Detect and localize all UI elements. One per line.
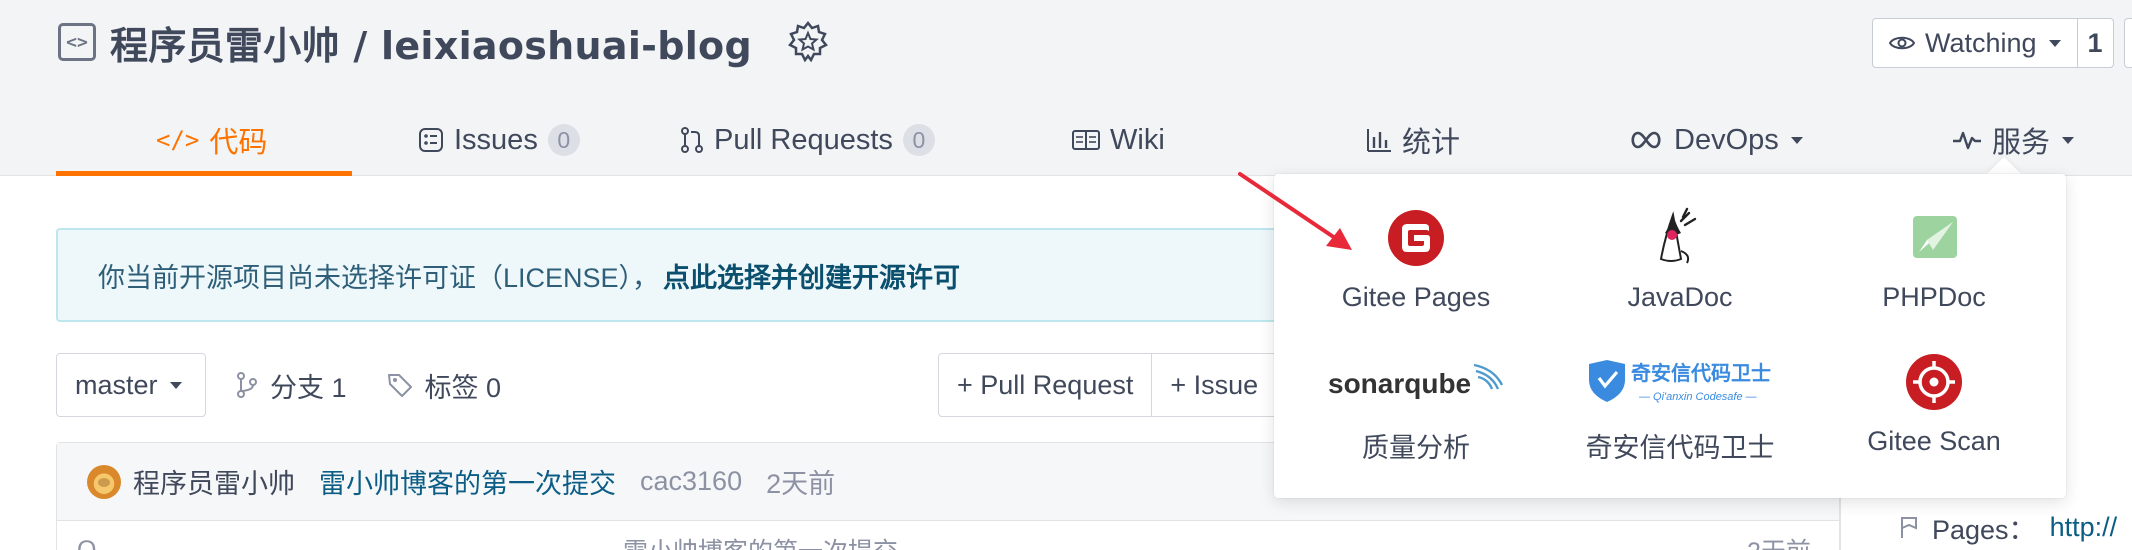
chevron-down-icon: [2048, 39, 2061, 47]
code-icon: </>: [156, 126, 200, 154]
tab-label: 服务: [1992, 127, 2051, 159]
service-label: 奇安信代码卫士: [1585, 433, 1775, 463]
watch-button[interactable]: Watching 1: [1872, 18, 2114, 68]
repo-title[interactable]: 程序员雷小帅 / leixiaoshuai-blog: [110, 15, 752, 70]
qianxin-wordmark: 奇安信代码卫士: [1631, 361, 1771, 385]
service-label: PHPDoc: [1882, 282, 1986, 312]
tab-label: 代码: [209, 127, 268, 159]
branch-select[interactable]: master: [56, 353, 206, 417]
branch-select-value: master: [75, 369, 158, 400]
tab-code[interactable]: </> 代码: [156, 104, 267, 176]
qianxin-subtext: — Qi'anxin Codesafe —: [1638, 391, 1758, 403]
file-row[interactable]: Q 雷小帅博客的第一次提交 2天前: [57, 535, 1839, 550]
wiki-book-icon: [1072, 130, 1100, 150]
service-phpdoc[interactable]: PHPDoc: [1802, 202, 2066, 342]
tag-icon: [387, 374, 412, 397]
repository-icon: <>: [58, 23, 96, 61]
eye-icon: [1889, 36, 1915, 50]
tab-statistics[interactable]: 统计: [1366, 104, 1460, 176]
tab-label: 统计: [1402, 127, 1461, 159]
avatar[interactable]: [87, 464, 121, 499]
service-label: Gitee Scan: [1867, 426, 2001, 456]
watch-count[interactable]: 1: [2078, 19, 2113, 67]
tab-label: Pull Requests: [714, 123, 893, 156]
repo-title-bar: <> 程序员雷小帅 / leixiaoshuai-blog: [58, 14, 830, 70]
branch-icon: [237, 372, 257, 398]
gitee-scan-icon: [1906, 354, 1962, 410]
branches-link[interactable]: 分支 1: [270, 366, 347, 405]
phpdoc-icon: [1913, 216, 1957, 258]
commit-time: 2天前: [766, 469, 836, 499]
create-license-link[interactable]: 点此选择并创建开源许可: [663, 256, 960, 295]
active-tab-indicator: [56, 171, 352, 176]
pages-label: Pages：: [1932, 515, 2036, 545]
file-commit-message[interactable]: 雷小帅博客的第一次提交: [623, 532, 898, 550]
service-qianxin-codesafe[interactable]: 奇安信代码卫士 — Qi'anxin Codesafe — 奇安信代码卫士: [1548, 346, 1812, 486]
pages-url-link[interactable]: http://: [2050, 512, 2118, 543]
commit-hash-link[interactable]: cac3160: [640, 466, 742, 497]
chevron-down-icon: [169, 381, 182, 389]
java-duke-icon: [1659, 207, 1697, 264]
tab-pull-requests[interactable]: Pull Requests 0: [680, 104, 935, 176]
file-commit-time: 2天前: [1747, 532, 1811, 550]
service-label: Gitee Pages: [1341, 282, 1491, 312]
file-name[interactable]: Q: [77, 536, 96, 550]
qianxin-codesafe-logo: 奇安信代码卫士 — Qi'anxin Codesafe —: [1585, 346, 1775, 418]
tags-link[interactable]: 标签 0: [425, 366, 502, 405]
tab-wiki[interactable]: Wiki: [1072, 104, 1165, 176]
pulse-icon: [1953, 131, 1981, 150]
watch-toggle[interactable]: Watching: [1873, 19, 2078, 67]
new-pull-request-button[interactable]: + Pull Request: [939, 354, 1153, 416]
issues-icon: [419, 128, 443, 152]
chevron-down-icon: [1790, 136, 1803, 144]
tab-label: Issues: [454, 123, 538, 156]
sonarqube-logo: sonarqube: [1326, 346, 1506, 418]
chevron-down-icon: [2062, 136, 2075, 144]
tab-issues[interactable]: Issues 0: [418, 104, 580, 176]
annotation-arrow: [1238, 172, 1352, 250]
license-notice-text: 你当前开源项目尚未选择许可证（LICENSE），: [98, 262, 660, 293]
tab-label: Wiki: [1110, 123, 1165, 156]
pull-request-icon: [681, 127, 703, 153]
gvp-badge-icon[interactable]: [786, 20, 830, 64]
repo-tabs: </> 代码 Issues 0 Pull Requests 0 Wiki 统计 …: [56, 104, 2132, 176]
service-quality-analysis[interactable]: sonarqube 质量分析: [1284, 346, 1548, 486]
commit-message-link[interactable]: 雷小帅博客的第一次提交: [319, 462, 616, 501]
stats-bar-icon: [1367, 129, 1391, 152]
infinity-icon: [1631, 131, 1661, 149]
watch-label: Watching: [1925, 27, 2037, 58]
tab-devops[interactable]: DevOps: [1628, 104, 1803, 176]
service-gitee-scan[interactable]: Gitee Scan: [1802, 346, 2066, 486]
pull-requests-count-badge: 0: [902, 124, 935, 156]
sonarqube-wordmark: sonarqube: [1328, 368, 1471, 399]
gitee-pages-icon: [1388, 210, 1444, 266]
service-label: 质量分析: [1362, 433, 1470, 463]
issues-count-badge: 0: [547, 124, 580, 156]
pages-info: Pages： http://: [1900, 508, 2117, 547]
service-label: JavaDoc: [1627, 282, 1733, 312]
star-button-partial[interactable]: [2124, 18, 2132, 68]
bookmark-icon: [1901, 516, 1917, 538]
commit-author[interactable]: 程序员雷小帅: [133, 462, 295, 501]
tab-label: DevOps: [1674, 123, 1779, 156]
new-item-buttons: + Pull Request + Issue: [938, 353, 1314, 417]
service-javadoc[interactable]: JavaDoc: [1548, 202, 1812, 342]
branch-tag-info: 分支 1 标签 0: [236, 353, 501, 417]
services-dropdown: Gitee Pages JavaDoc PHPDoc sonarqube 质量分…: [1274, 174, 2066, 498]
